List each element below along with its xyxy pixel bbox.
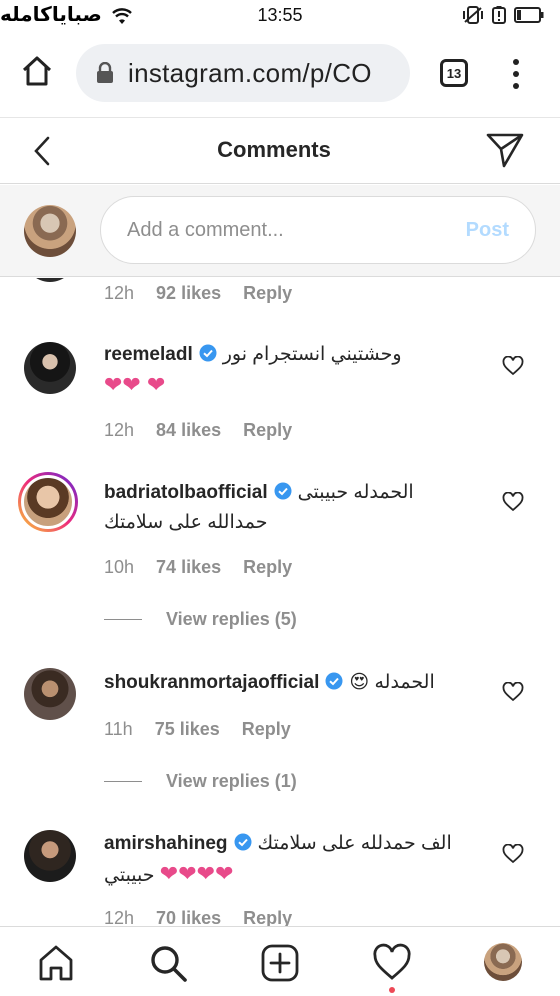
- page-title: Comments: [217, 137, 331, 162]
- verified-badge-icon: [274, 482, 292, 500]
- comment-username[interactable]: shoukranmortajaofficial: [104, 672, 319, 693]
- notification-dot: [389, 987, 395, 993]
- reply-button[interactable]: Reply: [243, 557, 292, 578]
- avatar-with-story-ring[interactable]: [18, 472, 78, 532]
- comment-time: 12h: [104, 283, 135, 303]
- comment-time: 12h: [104, 908, 135, 926]
- comment-time: 12h: [104, 420, 135, 440]
- comment-username[interactable]: badriatolbaofficial: [104, 482, 268, 503]
- comment-meta: 12h 84 likes Reply: [104, 420, 292, 441]
- view-replies-label: View replies (5): [166, 609, 297, 629]
- avatar[interactable]: [24, 342, 76, 394]
- comment-text: amirshahineg الف حمدلله على سلامتك حبيبتي…: [104, 829, 474, 891]
- verified-badge-icon: [234, 833, 252, 851]
- view-replies-button[interactable]: View replies (5): [104, 609, 297, 630]
- comment-likes[interactable]: 75 likes: [155, 719, 220, 740]
- browser-menu-icon[interactable]: [506, 56, 526, 92]
- comments-header: Comments: [0, 118, 560, 184]
- current-user-avatar: [24, 205, 76, 257]
- comment-text: badriatolbaofficial الحمدله حبيبتى حمدالل…: [104, 478, 474, 538]
- search-icon[interactable]: [148, 943, 188, 983]
- status-icons: [462, 6, 544, 24]
- comment-message: الحمدله 😍: [349, 672, 435, 693]
- avatar: [24, 278, 76, 282]
- bottom-navigation: [0, 926, 560, 996]
- comment-meta: 12h 92 likes Reply: [104, 283, 292, 304]
- heart-emoji: ❤❤ ❤: [104, 372, 166, 397]
- home-icon[interactable]: [36, 943, 76, 983]
- comment-meta: 12h 70 likes Reply: [104, 908, 292, 926]
- comment-message: وحشتيني انستجرام نور: [222, 344, 402, 365]
- comment-time: 10h: [104, 557, 135, 577]
- activity-heart-icon[interactable]: [372, 943, 412, 983]
- view-replies-label: View replies (1): [166, 771, 297, 791]
- comment-likes[interactable]: 84 likes: [156, 420, 221, 441]
- heart-like-icon[interactable]: [502, 682, 524, 702]
- comment-text: shoukranmortajaofficial الحمدله 😍: [104, 668, 484, 698]
- reply-button[interactable]: Reply: [243, 283, 292, 304]
- comment-text: reemeladl وحشتيني انستجرام نور ❤❤ ❤: [104, 340, 474, 402]
- vibrate-icon: [463, 6, 483, 24]
- view-replies-button[interactable]: View replies (1): [104, 771, 297, 792]
- avatar[interactable]: [24, 668, 76, 720]
- tab-switcher-button[interactable]: 13: [440, 59, 468, 87]
- reply-button[interactable]: Reply: [243, 908, 292, 926]
- comments-list[interactable]: 12h 92 likes Reply reemeladl وحشتيني انست…: [0, 278, 560, 926]
- comment-time: 11h: [104, 719, 133, 739]
- heart-like-icon[interactable]: [502, 356, 524, 376]
- post-button[interactable]: Post: [466, 219, 509, 242]
- status-bar: صباياكامله 13:55: [0, 0, 560, 32]
- comment-likes[interactable]: 70 likes: [156, 908, 221, 926]
- divider-line: [104, 619, 142, 620]
- comment-likes[interactable]: 92 likes: [156, 283, 221, 304]
- comment-meta: 11h 75 likes Reply: [104, 719, 291, 740]
- comment-meta: 10h 74 likes Reply: [104, 557, 292, 578]
- heart-emoji: ❤❤❤❤: [159, 861, 234, 886]
- browser-toolbar: instagram.com/p/CO 13: [0, 32, 560, 118]
- comment-placeholder: Add a comment...: [127, 219, 284, 241]
- verified-badge-icon: [199, 344, 217, 362]
- comment-username[interactable]: reemeladl: [104, 344, 193, 365]
- profile-avatar[interactable]: [484, 943, 522, 981]
- add-comment-bar: Add a comment... Post: [0, 185, 560, 277]
- reply-button[interactable]: Reply: [243, 420, 292, 441]
- verified-badge-icon: [325, 672, 343, 690]
- heart-like-icon[interactable]: [502, 844, 524, 864]
- new-post-icon[interactable]: [260, 943, 300, 983]
- heart-like-icon[interactable]: [502, 492, 524, 512]
- address-bar[interactable]: instagram.com/p/CO: [76, 44, 410, 102]
- reply-button[interactable]: Reply: [242, 719, 291, 740]
- divider-line: [104, 781, 142, 782]
- browser-home-icon[interactable]: [20, 54, 54, 88]
- battery-icon: [514, 7, 544, 23]
- battery-warning-icon: [492, 6, 506, 24]
- comment-likes[interactable]: 74 likes: [156, 557, 221, 578]
- comment-message-line2: حمدالله على سلامتك: [104, 512, 268, 533]
- url-text: instagram.com/p/CO: [128, 57, 372, 88]
- comment-message: الف حمدلله على سلامتك: [257, 833, 452, 854]
- comment-message-line2: حبيبتي: [104, 865, 155, 886]
- direct-send-icon[interactable]: [486, 132, 524, 168]
- avatar[interactable]: [24, 830, 76, 882]
- comment-message: الحمدله حبيبتى: [297, 482, 414, 503]
- lock-icon: [97, 62, 113, 83]
- comment-username[interactable]: amirshahineg: [104, 833, 228, 854]
- comment-input[interactable]: Add a comment... Post: [100, 196, 536, 264]
